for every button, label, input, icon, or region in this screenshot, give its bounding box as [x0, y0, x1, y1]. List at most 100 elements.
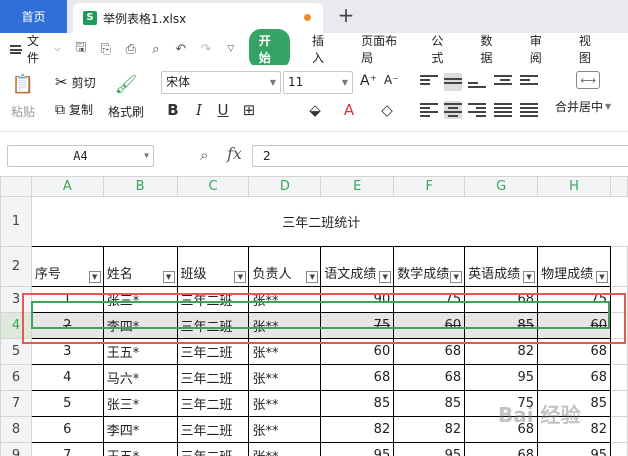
row-header[interactable]: 2 — [0, 246, 32, 287]
table-cell[interactable]: 张三* — [102, 390, 178, 417]
file-menu-button[interactable]: 文件 ⌵ — [10, 32, 61, 66]
table-cell[interactable]: 张** — [248, 286, 322, 313]
new-tab-button[interactable]: + — [334, 4, 358, 28]
print-preview-icon[interactable]: ⌕ — [148, 42, 164, 57]
table-cell[interactable]: 95 — [393, 442, 466, 456]
header-cell[interactable]: 序号 ▼ — [30, 246, 104, 287]
increase-font-icon[interactable]: A⁺ — [360, 73, 377, 89]
table-cell[interactable]: 85 — [320, 390, 395, 417]
column-header[interactable]: C — [176, 176, 250, 197]
undo-icon[interactable]: ↶ — [173, 42, 189, 57]
table-cell[interactable]: 85 — [393, 390, 466, 417]
table-cell[interactable]: 75 — [537, 286, 611, 313]
table-cell[interactable]: 60 — [393, 312, 466, 339]
table-cell[interactable]: 82 — [393, 416, 466, 443]
table-cell[interactable]: 7 — [30, 442, 104, 456]
indent-increase-icon[interactable] — [520, 73, 538, 91]
filter-dropdown-icon[interactable]: ▼ — [306, 271, 319, 283]
merge-center-button[interactable]: ⟷ 合并居中 ▼ — [555, 71, 611, 115]
table-cell[interactable]: 1 — [30, 286, 104, 313]
row-header[interactable]: 9 — [0, 442, 32, 456]
print-icon[interactable]: ⎙ — [123, 42, 139, 57]
row-header[interactable]: 5 — [0, 338, 32, 365]
empty-cell[interactable] — [610, 364, 628, 391]
table-cell[interactable]: 三年二班 — [176, 390, 250, 417]
cut-button[interactable]: ✂ 剪切 — [55, 73, 96, 91]
border-icon[interactable]: ⊞ — [240, 100, 258, 120]
format-painter-button[interactable]: 🖌 格式刷 — [108, 71, 144, 120]
select-all-corner[interactable] — [0, 176, 32, 197]
table-cell[interactable]: 6 — [30, 416, 104, 443]
table-cell[interactable]: 马六* — [102, 364, 178, 391]
menu-item-data[interactable]: 数据 — [481, 32, 502, 66]
font-name-select[interactable]: 宋体 ▼ — [161, 71, 281, 94]
filter-dropdown-icon[interactable]: ▼ — [596, 271, 608, 283]
menu-item-page-layout[interactable]: 页面布局 — [361, 32, 403, 66]
row-header[interactable]: 8 — [0, 416, 32, 443]
table-cell[interactable]: 85 — [464, 312, 539, 339]
empty-cell[interactable] — [610, 338, 628, 365]
italic-icon[interactable]: I — [190, 100, 208, 120]
table-cell[interactable]: 95 — [320, 442, 395, 456]
filter-dropdown-icon[interactable]: ▼ — [234, 271, 247, 283]
menu-item-view[interactable]: 视图 — [579, 32, 600, 66]
column-header-empty[interactable] — [610, 176, 628, 197]
header-cell[interactable]: 姓名 ▼ — [102, 246, 178, 287]
column-header[interactable]: F — [393, 176, 466, 197]
align-left-icon[interactable] — [420, 101, 438, 119]
insert-function-button[interactable]: fx — [227, 144, 242, 163]
empty-cell[interactable] — [610, 416, 628, 443]
indent-decrease-icon[interactable] — [494, 73, 512, 91]
column-header[interactable]: G — [464, 176, 539, 197]
filter-dropdown-icon[interactable]: ▼ — [162, 271, 175, 283]
name-box[interactable]: A4 ▼ — [7, 145, 154, 167]
table-cell[interactable]: 张** — [248, 312, 322, 339]
font-size-select[interactable]: 11 ▼ — [283, 71, 353, 94]
clear-format-icon[interactable]: ◇ — [378, 100, 396, 120]
empty-cell[interactable] — [610, 286, 628, 313]
table-cell[interactable]: 张** — [248, 364, 322, 391]
table-cell[interactable]: 张** — [248, 416, 322, 443]
row-header[interactable]: 6 — [0, 364, 32, 391]
table-cell[interactable]: 张** — [248, 442, 322, 456]
table-cell[interactable]: 5 — [30, 390, 104, 417]
menu-item-formulas[interactable]: 公式 — [431, 32, 452, 66]
table-cell[interactable]: 王五* — [102, 338, 178, 365]
save-icon[interactable]: 🖫 — [73, 38, 89, 60]
table-cell[interactable]: 3 — [30, 338, 104, 365]
table-cell[interactable]: 张** — [248, 338, 322, 365]
filter-dropdown-icon[interactable]: ▼ — [379, 271, 392, 283]
align-center-icon[interactable] — [444, 101, 462, 119]
empty-cell[interactable] — [610, 246, 628, 287]
header-cell[interactable]: 班级 ▼ — [176, 246, 250, 287]
table-cell[interactable]: 68 — [464, 442, 539, 456]
export-pdf-icon[interactable]: ⎘ — [98, 42, 114, 57]
align-middle-icon[interactable] — [444, 73, 462, 91]
row-header[interactable]: 3 — [0, 286, 32, 313]
table-cell[interactable]: 68 — [320, 364, 395, 391]
formula-input[interactable]: 2 — [252, 145, 628, 167]
column-header[interactable]: D — [248, 176, 322, 197]
align-bottom-icon[interactable] — [468, 73, 486, 91]
table-cell[interactable]: 2 — [30, 312, 104, 339]
row-header[interactable]: 4 — [0, 312, 32, 339]
table-cell[interactable]: 三年二班 — [176, 312, 250, 339]
table-cell[interactable]: 82 — [320, 416, 395, 443]
filter-dropdown-icon[interactable]: ▼ — [523, 271, 536, 283]
table-cell[interactable]: 张三* — [102, 286, 178, 313]
empty-cell[interactable] — [611, 197, 628, 247]
tab-home[interactable]: 首页 — [0, 0, 67, 33]
menu-item-start[interactable]: 开始 — [248, 29, 290, 69]
table-cell[interactable]: 60 — [537, 312, 611, 339]
row-header[interactable]: 7 — [0, 390, 32, 417]
table-cell[interactable]: 三年二班 — [176, 364, 250, 391]
copy-button[interactable]: ⧉ 复制 — [55, 101, 93, 118]
empty-cell[interactable] — [610, 312, 628, 339]
align-right-icon[interactable] — [468, 101, 486, 119]
header-cell[interactable]: 物理成绩 ▼ — [537, 246, 611, 287]
paste-button[interactable]: 📋 粘贴 — [10, 71, 36, 120]
spreadsheet-grid[interactable]: A B C D E F G H 1 三年二班统计 2 序号 ▼ 姓名 ▼ 班级 ▼ 负… — [0, 176, 628, 456]
table-cell[interactable]: 90 — [320, 286, 395, 313]
fill-color-icon[interactable]: ⬙ — [306, 100, 324, 120]
sheet-title-cell[interactable]: 三年二班统计 — [31, 196, 611, 247]
